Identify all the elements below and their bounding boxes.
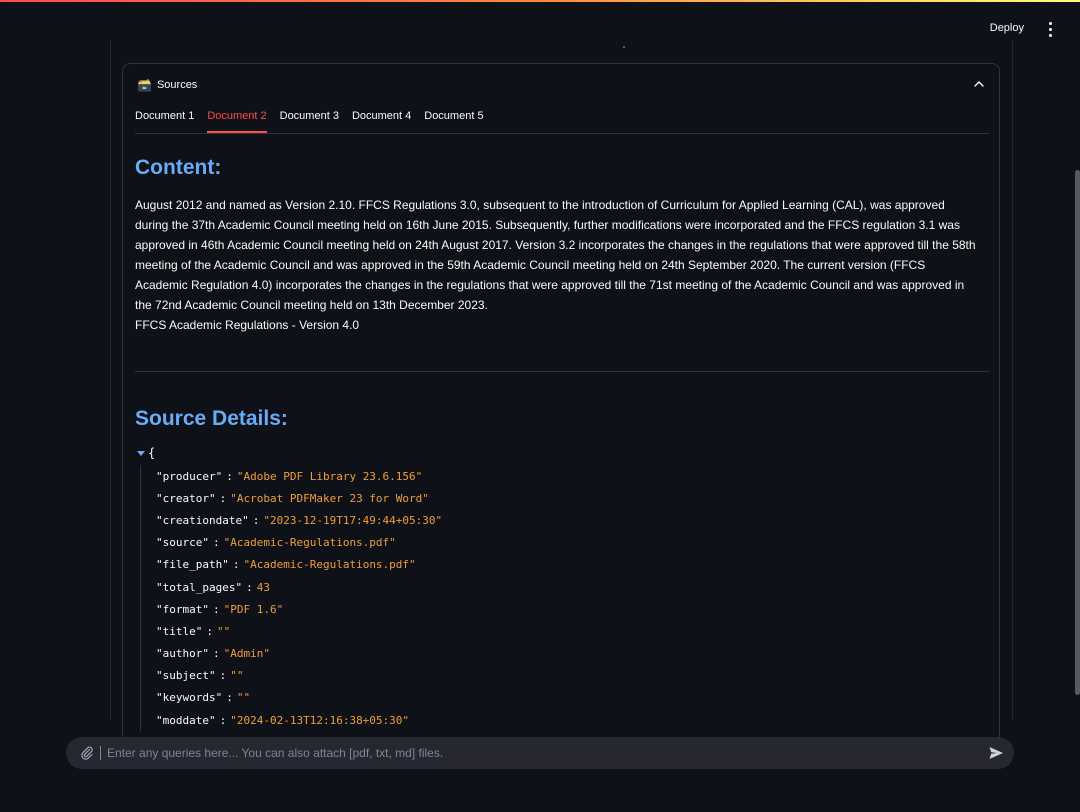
json-colon: :	[206, 624, 213, 638]
json-colon: :	[212, 536, 220, 550]
json-colon: :	[232, 558, 240, 572]
sources-expander: 🗃️ Sources Document 1 Document 2 Documen…	[122, 63, 1000, 763]
content-body: August 2012 and named as Version 2.10. F…	[135, 195, 980, 335]
json-entry: "subject": ""	[156, 665, 985, 687]
tab-document-4[interactable]: Document 4	[352, 106, 411, 132]
json-value: ""	[216, 624, 231, 638]
json-colon: :	[212, 647, 220, 661]
json-key: "creationdate"	[156, 513, 249, 527]
json-entry: "file_path": "Academic-Regulations.pdf"	[156, 554, 985, 576]
json-entry: "producer": "Adobe PDF Library 23.6.156"	[156, 465, 985, 487]
json-entry: "author": "Admin"	[156, 643, 985, 665]
json-entry: "format": "PDF 1.6"	[156, 598, 985, 620]
json-key: "moddate"	[156, 713, 216, 727]
tab-document-5[interactable]: Document 5	[424, 106, 483, 132]
json-colon: :	[246, 580, 253, 594]
collapse-triangle-icon[interactable]	[137, 450, 145, 456]
json-value: "PDF 1.6"	[223, 602, 284, 616]
json-value: 43	[256, 580, 270, 594]
card-file-box-icon: 🗃️	[137, 78, 152, 92]
json-key: "subject"	[156, 669, 216, 683]
json-viewer: { "producer": "Adobe PDF Library 23.6.156…	[135, 446, 985, 732]
section-divider	[135, 371, 989, 372]
json-key: "producer"	[156, 469, 223, 483]
chat-input[interactable]	[107, 746, 988, 760]
top-decoration-bar	[0, 0, 1080, 2]
json-key: "format"	[156, 602, 209, 616]
input-divider	[100, 746, 101, 760]
json-key: "source"	[156, 536, 209, 550]
chat-input-bar	[66, 737, 1014, 769]
json-value: "Academic-Regulations.pdf"	[243, 558, 416, 572]
json-key: "file_path"	[156, 558, 229, 572]
json-colon: :	[219, 491, 227, 505]
json-value: "Acrobat PDFMaker 23 for Word"	[230, 491, 429, 505]
json-value: "2024-02-13T12:16:38+05:30"	[230, 713, 410, 727]
json-key: "keywords"	[156, 691, 223, 705]
content-footer-line: FFCS Academic Regulations - Version 4.0	[135, 318, 360, 332]
json-entry: "creationdate": "2023-12-19T17:49:44+05:3…	[156, 509, 985, 531]
json-value: "2023-12-19T17:49:44+05:30"	[263, 513, 443, 527]
json-colon: :	[252, 513, 260, 527]
json-key: "author"	[156, 647, 209, 661]
json-entry: "total_pages":43	[156, 576, 985, 598]
json-colon: :	[219, 669, 227, 683]
json-colon: :	[212, 602, 220, 616]
json-entry: "source": "Academic-Regulations.pdf"	[156, 532, 985, 554]
send-icon[interactable]	[988, 745, 1004, 761]
content-paragraph: August 2012 and named as Version 2.10. F…	[135, 198, 976, 312]
source-details-heading: Source Details:	[135, 407, 288, 430]
json-value: ""	[230, 669, 244, 683]
deploy-button[interactable]: Deploy	[986, 20, 1028, 36]
kebab-menu-icon[interactable]	[1044, 20, 1056, 38]
json-value: "Academic-Regulations.pdf"	[223, 536, 396, 550]
json-key: "title"	[156, 624, 203, 638]
page-scrollbar[interactable]	[1075, 170, 1080, 695]
json-root: {	[135, 446, 985, 460]
paperclip-icon[interactable]	[80, 746, 94, 760]
json-entries: "producer": "Adobe PDF Library 23.6.156" "…	[140, 465, 985, 732]
tab-document-1[interactable]: Document 1	[135, 106, 194, 132]
tab-document-3[interactable]: Document 3	[280, 106, 339, 132]
json-colon: :	[226, 469, 233, 483]
main-container-right-border	[1012, 40, 1013, 720]
json-key: "creator"	[156, 491, 216, 505]
json-entry: "keywords": ""	[156, 687, 985, 709]
json-entry: "moddate": "2024-02-13T12:16:38+05:30"	[156, 709, 985, 731]
sources-expander-header[interactable]: 🗃️ Sources	[137, 76, 987, 94]
json-open-brace: {	[148, 446, 156, 460]
json-entry: "title": ""	[156, 620, 985, 642]
content-heading: Content:	[135, 156, 222, 179]
scroll-artifact	[623, 46, 625, 48]
document-tabs: Document 1 Document 2 Document 3 Documen…	[135, 106, 989, 134]
json-colon: :	[219, 713, 227, 727]
json-colon: :	[226, 691, 233, 705]
json-entry: "creator": "Acrobat PDFMaker 23 for Word"	[156, 487, 985, 509]
main-container-left-border	[110, 40, 111, 720]
json-key: "total_pages"	[156, 580, 243, 594]
tab-document-2[interactable]: Document 2	[207, 106, 267, 133]
sources-expander-title: Sources	[156, 79, 198, 91]
json-value: "Admin"	[223, 647, 270, 661]
chevron-up-icon[interactable]	[973, 79, 985, 89]
json-value: "Adobe PDF Library 23.6.156"	[236, 469, 423, 483]
json-value: ""	[236, 691, 251, 705]
